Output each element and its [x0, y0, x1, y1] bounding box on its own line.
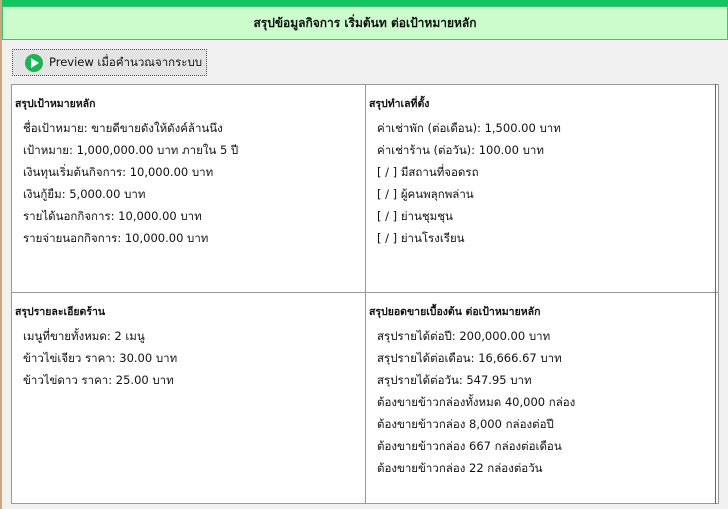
panel-line: [ / ] ย่านโรงเรียน — [377, 231, 465, 245]
panel-line: รายได้นอกกิจการ: 10,000.00 บาท — [23, 209, 202, 223]
panel-title: สรุปเป้าหมายหลัก — [15, 98, 96, 110]
play-icon — [25, 53, 43, 72]
panel-line: เป้าหมาย: 1,000,000.00 บาท ภายใน 5 ปี — [23, 143, 239, 157]
panel-line: ค่าเช่าร้าน (ต่อวัน): 100.00 บาท — [377, 143, 544, 157]
panel-line: ต้องขายข้าวกล่อง 8,000 กล่องต่อปี — [377, 417, 554, 431]
panel-line: ข้าวไข่เจียว ราคา: 30.00 บาท — [23, 351, 178, 365]
scrollbar-edge — [715, 84, 716, 504]
panel-line: เมนูที่ขายทั้งหมด: 2 เมนู — [23, 329, 145, 343]
panel-main-goal: สรุปเป้าหมายหลักชื่อเป้าหมาย: ขายดีขายดั… — [12, 85, 366, 293]
panel-line: ต้องขายข้าวกล่อง 667 กล่องต่อเดือน — [377, 439, 562, 453]
panel-title: สรุปยอดขายเบื้องต้น ต่อเป้าหมายหลัก — [369, 306, 541, 318]
panel-line: สรุปรายได้ต่อเดือน: 16,666.67 บาท — [377, 351, 562, 365]
preview-button[interactable]: Preview เมื่อคำนวณจากระบบ — [12, 49, 207, 76]
panel-line: [ / ] ย่านชุมชุน — [377, 209, 453, 223]
panel-line: เงินทุนเริ่มต้นกิจการ: 10,000.00 บาท — [23, 165, 214, 179]
page-header: สรุปข้อมูลกิจการ เริ่มต้นท ต่อเป้าหมายหล… — [2, 6, 728, 40]
panel-line: ค่าเช่าพัก (ต่อเดือน): 1,500.00 บาท — [377, 121, 561, 135]
panel-title: สรุปทำเลที่ตั้ง — [369, 98, 430, 110]
panel-line: [ / ] มีสถานที่จอดรถ — [377, 165, 479, 179]
panel-line: ข้าวไข่ดาว ราคา: 25.00 บาท — [23, 373, 174, 387]
panel-line: ต้องขายข้าวกล่องทั้งหมด 40,000 กล่อง — [377, 395, 576, 409]
panel-line: สรุปรายได้ต่อวัน: 547.95 บาท — [377, 373, 532, 387]
panel-line: รายจ่ายนอกกิจการ: 10,000.00 บาท — [23, 231, 209, 245]
panel-line: เงินกู้ยืม: 5,000.00 บาท — [23, 187, 146, 201]
panel-sales-estimate: สรุปยอดขายเบื้องต้น ต่อเป้าหมายหลักสรุปร… — [366, 293, 718, 503]
preview-button-label: Preview เมื่อคำนวณจากระบบ — [49, 54, 203, 69]
panel-line: [ / ] ผู้คนพลุกพล่าน — [377, 187, 474, 201]
panel-line: ต้องขายข้าวกล่อง 22 กล่องต่อวัน — [377, 461, 543, 475]
summary-grid: สรุปเป้าหมายหลักชื่อเป้าหมาย: ขายดีขายดั… — [11, 84, 719, 504]
panel-location: สรุปทำเลที่ตั้งค่าเช่าพัก (ต่อเดือน): 1,… — [366, 85, 718, 293]
panel-line: ชื่อเป้าหมาย: ขายดีขายดังให้ดังค์ล้านนึง — [23, 121, 223, 135]
panel-line: สรุปรายได้ต่อปี: 200,000.00 บาท — [377, 329, 551, 343]
page-title: สรุปข้อมูลกิจการ เริ่มต้นท ต่อเป้าหมายหล… — [253, 15, 477, 30]
panel-shop-details: สรุปรายละเอียดร้านเมนูที่ขายทั้งหมด: 2 เ… — [12, 293, 366, 503]
panel-title: สรุปรายละเอียดร้าน — [15, 306, 106, 318]
